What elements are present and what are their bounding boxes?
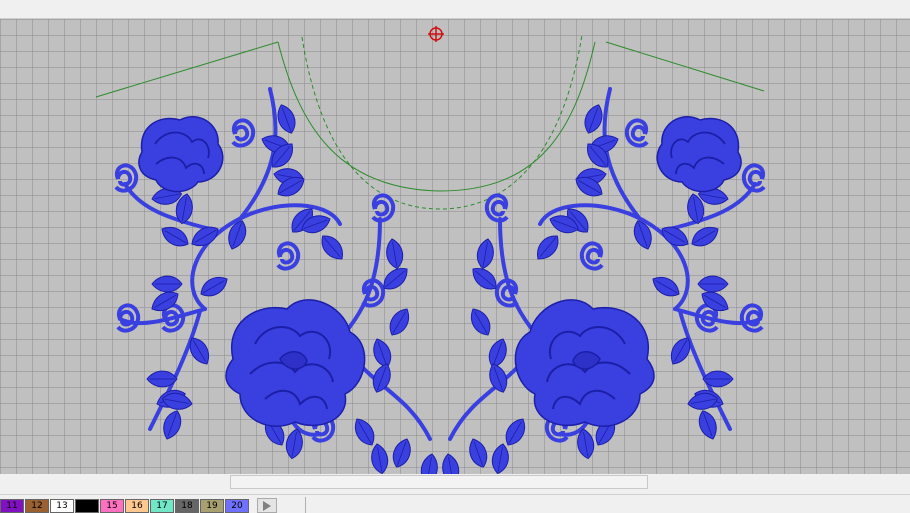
swatch-20[interactable]: 20 (225, 499, 249, 513)
horizontal-scrollbar[interactable] (0, 474, 910, 494)
design-canvas[interactable] (0, 19, 910, 474)
swatch-label: 19 (206, 501, 218, 511)
swatch-label: 18 (181, 501, 193, 511)
swatch-label: 12 (31, 501, 43, 511)
swatch-19[interactable]: 19 (200, 499, 224, 513)
palette-next-button[interactable] (257, 498, 277, 513)
swatch-label: 15 (106, 501, 118, 511)
swatch-12[interactable]: 12 (25, 499, 49, 513)
thread-color-palette: 11 12 13 15 16 17 18 19 20 (0, 494, 910, 513)
swatch-17[interactable]: 17 (150, 499, 174, 513)
swatch-18[interactable]: 18 (175, 499, 199, 513)
swatch-14[interactable] (75, 499, 99, 513)
swatch-label: 17 (156, 501, 168, 511)
swatch-label: 13 (56, 501, 68, 511)
play-right-icon (263, 501, 271, 511)
horizontal-scrollbar-thumb[interactable] (230, 475, 648, 489)
top-toolbar-strip (0, 0, 910, 19)
embroidery-design[interactable] (0, 19, 910, 474)
swatch-11[interactable]: 11 (0, 499, 24, 513)
swatch-13[interactable]: 13 (50, 499, 74, 513)
swatch-label: 20 (231, 501, 243, 511)
swatch-16[interactable]: 16 (125, 499, 149, 513)
swatch-label: 16 (131, 501, 143, 511)
swatch-label: 11 (6, 501, 18, 511)
swatch-15[interactable]: 15 (100, 499, 124, 513)
palette-separator (305, 497, 306, 513)
